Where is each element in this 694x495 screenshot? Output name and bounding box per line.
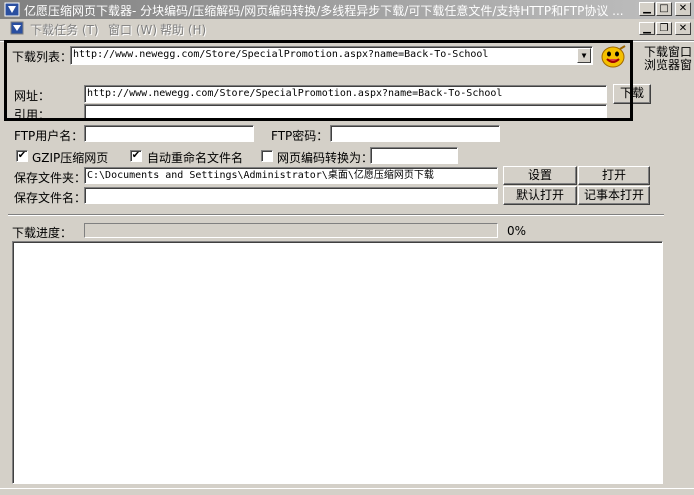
menu-window[interactable]: 窗口 (W) <box>108 21 157 38</box>
maximize-button[interactable]: □ <box>656 2 672 16</box>
progress-bar <box>84 223 498 238</box>
save-folder-input[interactable]: C:\Documents and Settings\Administrator\… <box>84 167 498 184</box>
encoding-convert-label[interactable]: 网页编码转换为： <box>277 149 373 166</box>
close-button[interactable]: ✕ <box>675 2 691 16</box>
save-name-label: 保存文件名： <box>14 191 87 205</box>
browser-window-label[interactable]: 浏览器窗 <box>644 56 692 73</box>
title-bar: 亿愿压缩网页下载器- 分块编码/压缩解码/网页编码转换/多线程异步下载/可下载任… <box>0 0 694 19</box>
save-name-input[interactable] <box>84 187 498 204</box>
section-divider <box>8 214 664 216</box>
highlight-box <box>4 40 633 121</box>
save-folder-label: 保存文件夹： <box>14 171 87 185</box>
save-folder-value: C:\Documents and Settings\Administrator\… <box>87 170 434 181</box>
log-area[interactable] <box>12 241 663 484</box>
gzip-label[interactable]: GZIP压缩网页 <box>32 149 108 166</box>
menu-help[interactable]: 帮助 (H) <box>160 21 206 38</box>
progress-label: 下载进度： <box>12 226 73 240</box>
encoding-convert-checkbox[interactable] <box>261 150 273 162</box>
default-open-button[interactable]: 默认打开 <box>503 186 577 205</box>
child-restore-button[interactable]: ❐ <box>656 22 672 35</box>
auto-rename-checkbox[interactable]: ✔ <box>130 150 142 162</box>
child-close-button[interactable]: ✕ <box>675 22 691 35</box>
menu-bar: 下载任务 (T) 窗口 (W) 帮助 (H) ▁ ❐ ✕ <box>0 19 694 39</box>
status-bar <box>0 488 694 495</box>
mdi-child-icon[interactable] <box>10 21 24 35</box>
app-icon <box>4 2 20 17</box>
ftp-user-label: FTP用户名： <box>14 129 84 143</box>
window-title: 亿愿压缩网页下载器- 分块编码/压缩解码/网页编码转换/多线程异步下载/可下载任… <box>24 4 624 18</box>
ftp-user-input[interactable] <box>84 125 254 142</box>
auto-rename-label[interactable]: 自动重命名文件名 <box>147 149 243 166</box>
gzip-checkbox[interactable]: ✔ <box>16 150 28 162</box>
settings-button[interactable]: 设置 <box>503 166 577 185</box>
child-minimize-button[interactable]: ▁ <box>639 22 655 35</box>
minimize-button[interactable]: ▁ <box>639 2 655 16</box>
ftp-password-label: FTP密码： <box>271 129 329 143</box>
menu-download-task[interactable]: 下载任务 (T) <box>30 21 99 38</box>
encoding-convert-input[interactable] <box>370 147 458 164</box>
notepad-open-button[interactable]: 记事本打开 <box>578 186 650 205</box>
ftp-password-input[interactable] <box>330 125 500 142</box>
open-button[interactable]: 打开 <box>578 166 650 185</box>
progress-percent: 0% <box>507 224 527 238</box>
